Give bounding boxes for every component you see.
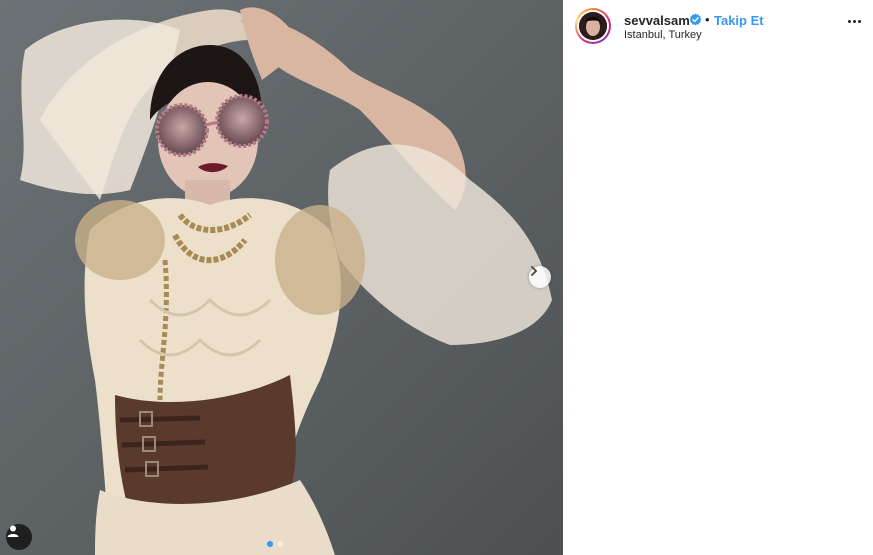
avatar xyxy=(579,12,607,40)
post-header: sevvalsam • Takip Et Istanbul, Turkey xyxy=(563,0,873,52)
chevron-right-icon xyxy=(531,266,538,276)
more-options-button[interactable] xyxy=(848,16,861,27)
follow-button[interactable]: Takip Et xyxy=(714,13,764,28)
carousel-dot-active xyxy=(267,541,273,547)
user-tag-icon xyxy=(7,525,19,537)
post-photo[interactable] xyxy=(0,0,563,555)
carousel-dot xyxy=(277,541,283,547)
post-side-panel: sevvalsam • Takip Et Istanbul, Turkey xyxy=(563,0,873,555)
user-tags-button[interactable] xyxy=(6,524,32,550)
separator-dot: • xyxy=(705,12,710,27)
carousel-indicator xyxy=(267,541,283,547)
story-ring[interactable] xyxy=(575,8,611,44)
more-options-icon xyxy=(848,20,851,23)
location-link[interactable]: Istanbul, Turkey xyxy=(624,29,702,41)
avatar-image xyxy=(579,12,607,40)
username-link[interactable]: sevvalsam xyxy=(624,13,690,28)
photo-illustration xyxy=(0,0,563,555)
next-slide-button[interactable] xyxy=(529,266,551,288)
